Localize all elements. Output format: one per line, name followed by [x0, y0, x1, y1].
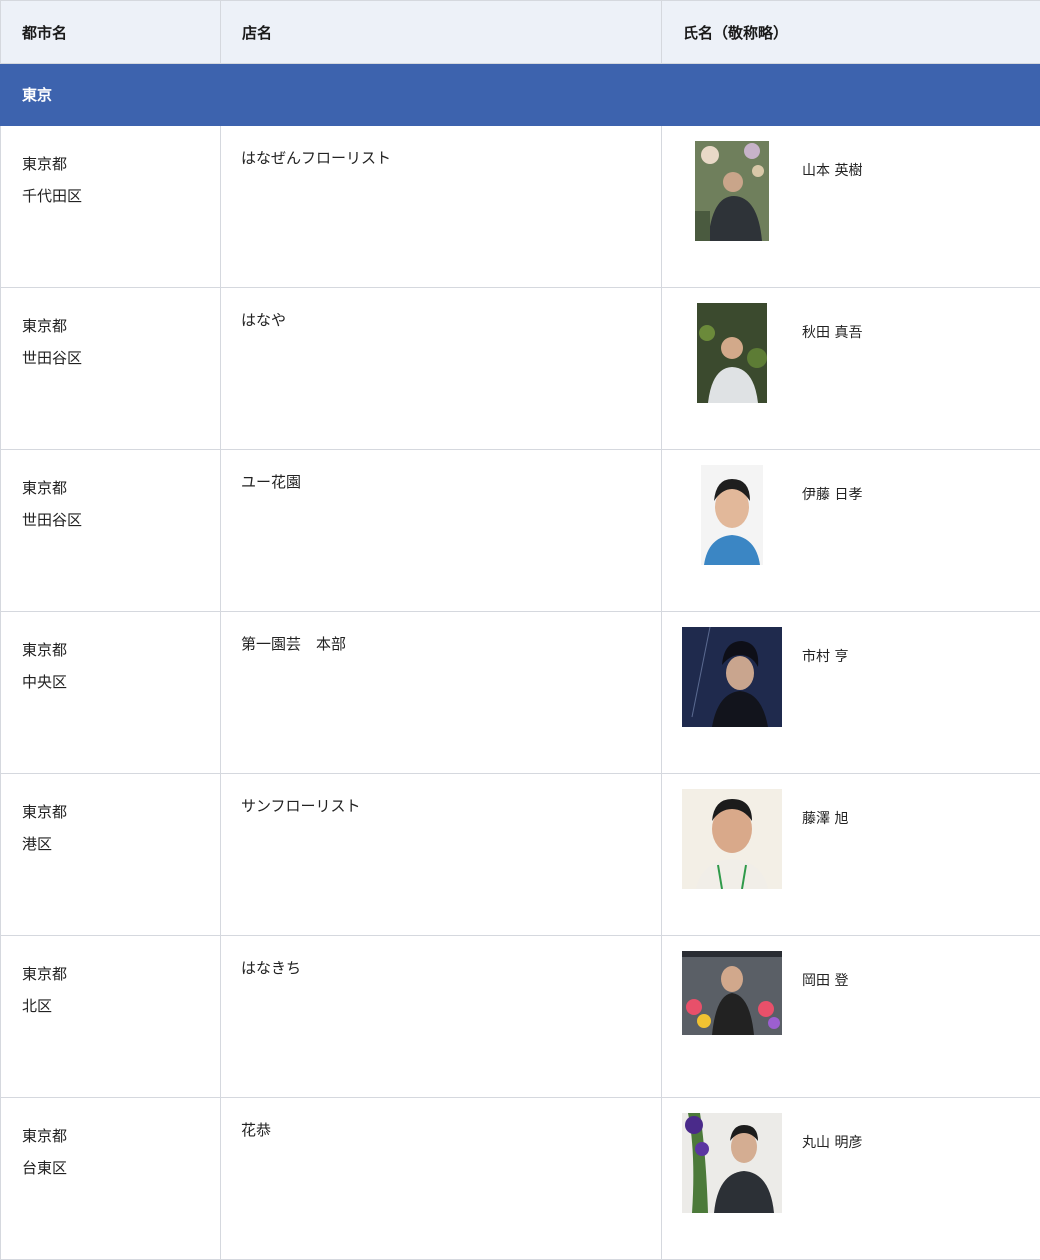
- person-name: 山本 英樹: [802, 160, 862, 180]
- table-row: 東京都港区 サンフローリスト 藤澤 旭: [1, 774, 1040, 936]
- person-cell: 市村 亨: [662, 612, 1040, 774]
- prefecture: 東京都: [22, 958, 220, 990]
- portrait-photo: [682, 789, 782, 889]
- table-row: 東京都世田谷区 ユー花園 伊藤 日孝: [1, 450, 1040, 612]
- person-cell: 山本 英樹: [662, 126, 1040, 288]
- city-cell: 東京都北区: [1, 936, 221, 1098]
- table-row: 東京都中央区 第一園芸 本部 市村 亨: [1, 612, 1040, 774]
- ward: 北区: [22, 990, 220, 1022]
- person-name: 市村 亨: [802, 646, 848, 666]
- shop-name: 第一園芸 本部: [221, 612, 662, 774]
- person-cell: 丸山 明彦: [662, 1098, 1040, 1260]
- prefecture: 東京都: [22, 1120, 220, 1152]
- person-cell: 藤澤 旭: [662, 774, 1040, 936]
- prefecture: 東京都: [22, 472, 220, 504]
- shop-name: はなきち: [221, 936, 662, 1098]
- city-cell: 東京都世田谷区: [1, 450, 221, 612]
- portrait-photo: [682, 141, 782, 241]
- prefecture: 東京都: [22, 310, 220, 342]
- table-row: 東京都世田谷区 はなや 秋田 真吾: [1, 288, 1040, 450]
- portrait-photo: [682, 303, 782, 403]
- person-cell: 伊藤 日孝: [662, 450, 1040, 612]
- table-row: 東京都北区 はなきち 岡田 登: [1, 936, 1040, 1098]
- ward: 港区: [22, 828, 220, 860]
- city-cell: 東京都港区: [1, 774, 221, 936]
- ward: 世田谷区: [22, 504, 220, 536]
- city-cell: 東京都台東区: [1, 1098, 221, 1260]
- person-name: 秋田 真吾: [802, 322, 862, 342]
- portrait-photo: [682, 951, 782, 1051]
- person-cell: 岡田 登: [662, 936, 1040, 1098]
- portrait-photo: [682, 1113, 782, 1213]
- florist-table: 都市名 店名 氏名（敬称略） 東京 東京都千代田区 はなぜんフローリスト 山本 …: [0, 0, 1040, 1260]
- table-header-row: 都市名 店名 氏名（敬称略）: [1, 1, 1040, 64]
- ward: 世田谷区: [22, 342, 220, 374]
- header-city: 都市名: [1, 1, 221, 64]
- ward: 千代田区: [22, 180, 220, 212]
- prefecture: 東京都: [22, 634, 220, 666]
- portrait-photo: [682, 627, 782, 727]
- person-name: 丸山 明彦: [802, 1132, 862, 1152]
- table-row: 東京都千代田区 はなぜんフローリスト 山本 英樹: [1, 126, 1040, 288]
- shop-name: 花恭: [221, 1098, 662, 1260]
- region-label: 東京: [1, 64, 1040, 126]
- person-name: 藤澤 旭: [802, 808, 848, 828]
- region-row: 東京: [1, 64, 1040, 126]
- ward: 台東区: [22, 1152, 220, 1184]
- portrait-photo: [682, 465, 782, 565]
- header-name: 氏名（敬称略）: [662, 1, 1040, 64]
- ward: 中央区: [22, 666, 220, 698]
- city-cell: 東京都千代田区: [1, 126, 221, 288]
- prefecture: 東京都: [22, 148, 220, 180]
- city-cell: 東京都世田谷区: [1, 288, 221, 450]
- table-row: 東京都台東区 花恭 丸山 明彦: [1, 1098, 1040, 1260]
- shop-name: はなや: [221, 288, 662, 450]
- city-cell: 東京都中央区: [1, 612, 221, 774]
- header-shop: 店名: [221, 1, 662, 64]
- shop-name: はなぜんフローリスト: [221, 126, 662, 288]
- prefecture: 東京都: [22, 796, 220, 828]
- person-cell: 秋田 真吾: [662, 288, 1040, 450]
- person-name: 伊藤 日孝: [802, 484, 862, 504]
- person-name: 岡田 登: [802, 970, 848, 990]
- shop-name: ユー花園: [221, 450, 662, 612]
- shop-name: サンフローリスト: [221, 774, 662, 936]
